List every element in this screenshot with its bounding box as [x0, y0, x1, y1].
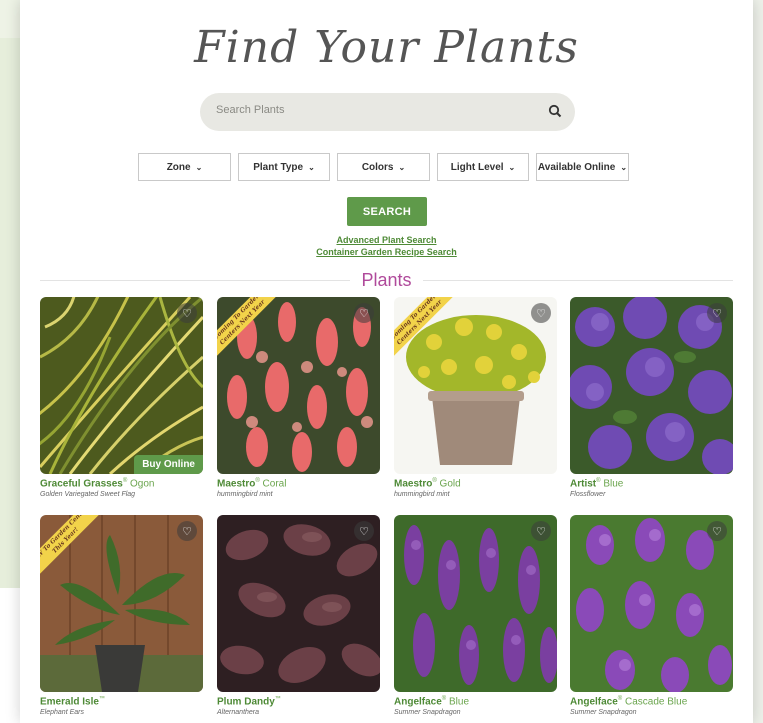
- chevron-down-icon: ⌄: [620, 162, 628, 172]
- alternanthera-photo: [217, 515, 380, 692]
- zone-dropdown[interactable]: Zone ⌄: [138, 153, 231, 181]
- container-garden-search-link[interactable]: Container Garden Recipe Search: [20, 247, 753, 257]
- plant-type-dropdown[interactable]: Plant Type ⌄: [238, 153, 330, 181]
- plant-name[interactable]: Angelface® Blue: [394, 696, 557, 707]
- plant-image[interactable]: ♡ Buy Online: [40, 297, 203, 474]
- plant-image[interactable]: Coming To Garden Centers Next Year ♡: [217, 297, 380, 474]
- favorite-heart-icon[interactable]: ♡: [177, 521, 197, 541]
- chevron-down-icon: ⌄: [308, 162, 315, 172]
- section-title: Plants: [361, 270, 412, 290]
- available-online-dropdown[interactable]: Available Online ⌄: [536, 153, 629, 181]
- plant-card[interactable]: ♡ Plum Dandy™ Alternanthera: [217, 515, 380, 716]
- chevron-down-icon: ⌄: [508, 162, 516, 172]
- plant-card[interactable]: ♡ Angelface® Cascade Blue Summer Snapdra…: [570, 515, 733, 716]
- search-icon[interactable]: [547, 103, 563, 119]
- background-right: [753, 0, 763, 723]
- grass-photo: [40, 297, 203, 474]
- search-placeholder: Search Plants: [216, 104, 285, 116]
- zone-label: Zone: [166, 161, 191, 173]
- favorite-heart-icon[interactable]: ♡: [707, 303, 727, 323]
- plant-name[interactable]: Emerald Isle™: [40, 696, 203, 707]
- plant-name[interactable]: Artist® Blue: [570, 478, 733, 489]
- plant-card[interactable]: Coming To Garden Centers Next Year ♡ Mae…: [394, 297, 557, 498]
- plant-name[interactable]: Plum Dandy™: [217, 696, 380, 707]
- light-level-label: Light Level: [450, 161, 504, 173]
- plant-card[interactable]: ♡ Artist® Blue Flossflower: [570, 297, 733, 498]
- buy-online-badge[interactable]: Buy Online: [134, 455, 203, 474]
- plant-common-name: Golden Variegated Sweet Flag: [40, 491, 136, 499]
- page-title: Find Your Plants: [194, 22, 579, 73]
- plant-image[interactable]: ♡: [570, 515, 733, 692]
- plant-common-name: Elephant Ears: [40, 709, 84, 717]
- plant-common-name: hummingbird mint: [394, 491, 450, 499]
- favorite-heart-icon[interactable]: ♡: [177, 303, 197, 323]
- favorite-heart-icon[interactable]: ♡: [707, 521, 727, 541]
- plant-common-name: Flossflower: [570, 491, 606, 499]
- chevron-down-icon: ⌄: [195, 162, 203, 172]
- plant-card[interactable]: ♡ Angelface® Blue Summer Snapdragon: [394, 515, 557, 716]
- plant-card[interactable]: Coming To Garden Centers Next Year ♡ Mae…: [217, 297, 380, 498]
- plant-image[interactable]: Coming To Garden Centers Next Year ♡: [394, 297, 557, 474]
- plant-image[interactable]: ♡: [570, 297, 733, 474]
- plant-type-label: Plant Type: [253, 161, 304, 173]
- search-input[interactable]: Search Plants: [200, 93, 575, 131]
- favorite-heart-icon[interactable]: ♡: [354, 521, 374, 541]
- plant-common-name: Summer Snapdragon: [394, 709, 461, 717]
- plant-image[interactable]: NEW To Garden Centers This Year! ♡: [40, 515, 203, 692]
- plant-image[interactable]: ♡: [217, 515, 380, 692]
- favorite-heart-icon[interactable]: ♡: [531, 303, 551, 323]
- colors-dropdown[interactable]: Colors ⌄: [337, 153, 430, 181]
- favorite-heart-icon[interactable]: ♡: [531, 521, 551, 541]
- search-button[interactable]: SEARCH: [347, 197, 427, 226]
- plant-name[interactable]: Maestro® Gold: [394, 478, 557, 489]
- plant-name[interactable]: Graceful Grasses® Ogon: [40, 478, 203, 489]
- advanced-plant-search-link[interactable]: Advanced Plant Search: [20, 235, 753, 245]
- plant-name[interactable]: Angelface® Cascade Blue: [570, 696, 733, 707]
- plant-finder-panel: Find Your Plants Search Plants Zone ⌄ Pl…: [20, 0, 753, 723]
- chevron-down-icon: ⌄: [398, 162, 406, 172]
- plant-name[interactable]: Maestro® Coral: [217, 478, 380, 489]
- blue-flossflower-photo: [570, 297, 733, 474]
- favorite-heart-icon[interactable]: ♡: [354, 303, 374, 323]
- colors-label: Colors: [361, 161, 394, 173]
- light-level-dropdown[interactable]: Light Level ⌄: [437, 153, 529, 181]
- angelface-cascade-blue-photo: [570, 515, 733, 692]
- plant-card[interactable]: ♡ Buy Online Graceful Grasses® Ogon Gold…: [40, 297, 203, 498]
- plant-common-name: hummingbird mint: [217, 491, 273, 499]
- plant-image[interactable]: ♡: [394, 515, 557, 692]
- plant-common-name: Alternanthera: [217, 709, 260, 717]
- plant-card[interactable]: NEW To Garden Centers This Year! ♡ Emera…: [40, 515, 203, 716]
- available-online-label: Available Online: [537, 161, 616, 173]
- plant-common-name: Summer Snapdragon: [570, 709, 637, 717]
- angelface-blue-photo: [394, 515, 557, 692]
